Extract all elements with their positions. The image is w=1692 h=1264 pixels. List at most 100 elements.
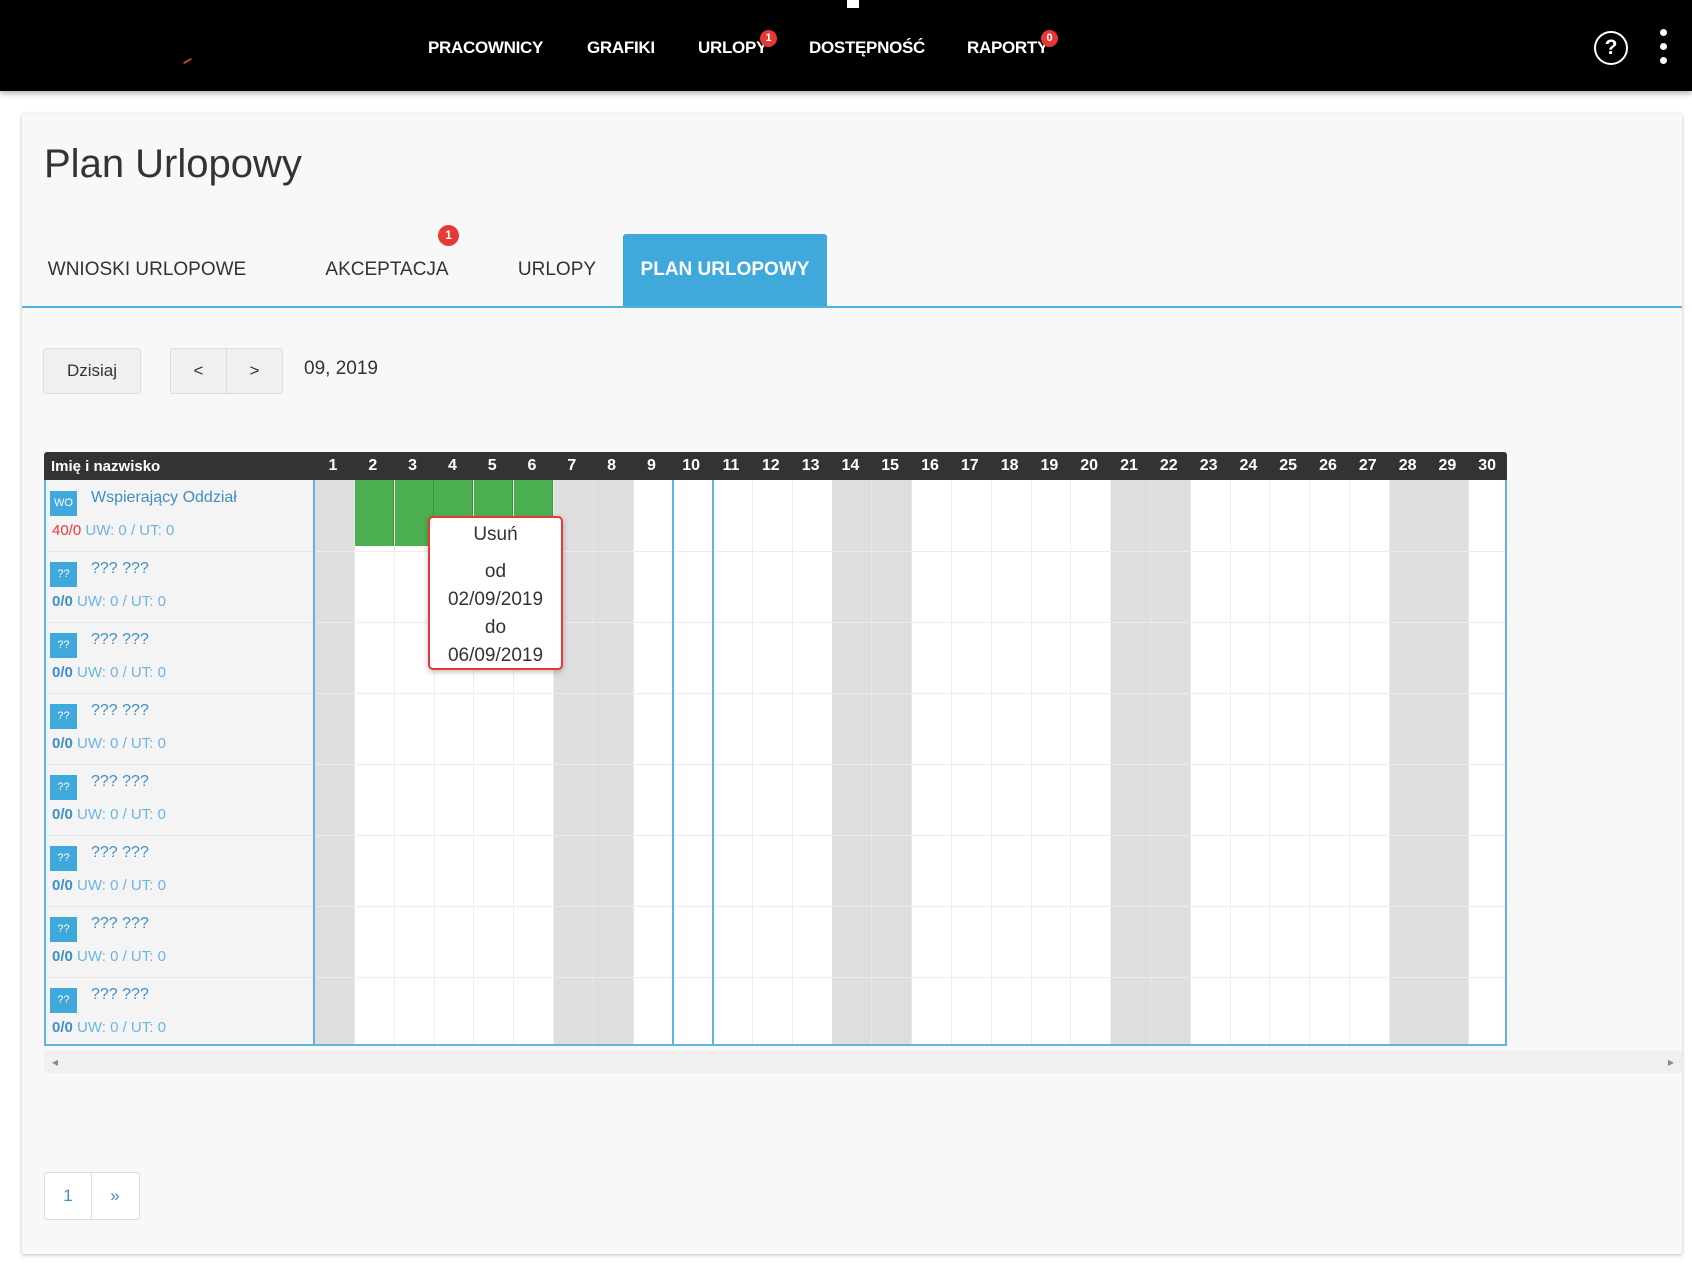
avatar: ??: [50, 704, 77, 729]
weekend-day-column[interactable]: [1389, 480, 1430, 1044]
employee-name[interactable]: ??? ???: [91, 560, 149, 578]
today-button[interactable]: Dzisiaj: [43, 348, 141, 394]
day-header: 27: [1358, 457, 1377, 474]
day-header: 3: [408, 457, 418, 474]
leave-usage: UW: 0 / UT: 0: [77, 877, 166, 894]
employee-row: ?? ??? ??? 0/0 UW: 0 / UT: 0: [46, 622, 313, 694]
day-column[interactable]: [713, 480, 753, 1044]
day-header: 1: [328, 457, 338, 474]
main-card: Plan Urlopowy WNIOSKI URLOPOWE AKCEPTACJ…: [22, 114, 1682, 1254]
page-1-link[interactable]: 1: [45, 1173, 92, 1219]
question-circle-icon[interactable]: ?: [1594, 31, 1628, 65]
today-marker: [672, 480, 675, 1044]
employee-row: WO Wspierający Oddział 40/0 UW: 0 / UT: 0: [46, 480, 313, 552]
weekend-day-column[interactable]: [1150, 480, 1191, 1044]
nav-urlopy[interactable]: URLOPY: [698, 37, 767, 59]
avatar: ??: [50, 917, 77, 942]
tab-urlopy[interactable]: URLOPY: [492, 234, 622, 306]
day-header: 23: [1199, 457, 1218, 474]
nav-raporty[interactable]: RAPORTY: [967, 37, 1048, 59]
day-column[interactable]: [952, 480, 992, 1044]
nav-grafiki[interactable]: GRAFIKI: [587, 37, 655, 59]
nav-pracownicy[interactable]: PRACOWNICY: [428, 37, 543, 59]
weekend-day-column[interactable]: [1429, 480, 1470, 1044]
leave-usage: UW: 0 / UT: 0: [85, 522, 175, 539]
employee-name[interactable]: ??? ???: [91, 915, 149, 933]
day-header: 30: [1478, 457, 1497, 474]
leave-balance: 0/0: [52, 948, 73, 965]
row-divider: [315, 835, 1505, 836]
day-header: 18: [1000, 457, 1019, 474]
row-divider: [315, 977, 1505, 978]
day-column[interactable]: [992, 480, 1032, 1044]
day-header: 6: [527, 457, 537, 474]
employee-name[interactable]: Wspierający Oddział: [91, 489, 237, 507]
leave-balance: 0/0: [52, 877, 73, 894]
tab-bar: WNIOSKI URLOPOWE AKCEPTACJA 1 URLOPY PLA…: [22, 225, 1682, 308]
day-column[interactable]: [1270, 480, 1311, 1044]
weekend-day-column[interactable]: [1111, 480, 1151, 1044]
day-header: 5: [487, 457, 497, 474]
tab-akceptacja[interactable]: AKCEPTACJA: [292, 234, 482, 306]
employee-stats: 0/0 UW: 0 / UT: 0: [52, 664, 166, 681]
leave-popup: Usuń od 02/09/2019 do 06/09/2019: [428, 516, 563, 670]
employee-stats: 0/0 UW: 0 / UT: 0: [52, 593, 166, 610]
scroll-right-icon[interactable]: ▸: [1668, 1055, 1674, 1069]
popup-from-label: od: [484, 561, 507, 582]
employee-stats: 0/0 UW: 0 / UT: 0: [52, 1019, 166, 1036]
day-column[interactable]: [793, 480, 833, 1044]
vacation-grid: WO Wspierający Oddział 40/0 UW: 0 / UT: 0?…: [44, 480, 1507, 1046]
weekend-day-column[interactable]: [872, 480, 913, 1044]
next-page-link[interactable]: »: [92, 1173, 138, 1219]
vertical-dots-icon[interactable]: [1658, 29, 1668, 65]
prev-month-button[interactable]: <: [170, 348, 227, 394]
day-column[interactable]: [1071, 480, 1112, 1044]
avatar: ??: [50, 846, 77, 871]
leave-usage: UW: 0 / UT: 0: [77, 948, 166, 965]
day-column[interactable]: [355, 480, 395, 1044]
employee-stats: 0/0 UW: 0 / UT: 0: [52, 948, 166, 965]
employee-stats: 40/0 UW: 0 / UT: 0: [52, 522, 174, 539]
weekend-day-column[interactable]: [315, 480, 355, 1044]
employee-row: ?? ??? ??? 0/0 UW: 0 / UT: 0: [46, 693, 313, 765]
day-header: 22: [1159, 457, 1178, 474]
day-header: 10: [682, 457, 701, 474]
avatar: ??: [50, 988, 77, 1013]
tab-wnioski-urlopowe[interactable]: WNIOSKI URLOPOWE: [22, 234, 272, 306]
day-column[interactable]: [1350, 480, 1390, 1044]
employee-name[interactable]: ??? ???: [91, 986, 149, 1004]
day-column[interactable]: [633, 480, 674, 1044]
row-divider: [315, 764, 1505, 765]
day-column[interactable]: [753, 480, 793, 1044]
day-header: 29: [1438, 457, 1457, 474]
day-header: 8: [607, 457, 617, 474]
day-column[interactable]: [1469, 480, 1505, 1044]
scroll-left-icon[interactable]: ◂: [52, 1055, 58, 1069]
day-column[interactable]: [1031, 480, 1072, 1044]
employee-name[interactable]: ??? ???: [91, 773, 149, 791]
today-marker: [712, 480, 714, 1044]
popup-to-label: do: [484, 617, 507, 638]
popup-from-date: 02/09/2019: [447, 589, 544, 610]
next-month-button[interactable]: >: [226, 348, 283, 394]
name-column-header: Imię i nazwisko: [51, 458, 161, 475]
leave-balance: 0/0: [52, 593, 73, 610]
day-column[interactable]: [1191, 480, 1231, 1044]
tab-plan-urlopowy[interactable]: PLAN URLOPOWY: [623, 234, 827, 306]
avatar: ??: [50, 562, 77, 587]
day-column[interactable]: [1230, 480, 1271, 1044]
delete-leave-button[interactable]: Usuń: [430, 524, 561, 546]
employee-name[interactable]: ??? ???: [91, 631, 149, 649]
grid-header: Imię i nazwisko 1 2 3 4 5 6 7 8 9 10 11 12 13 14 15 16 1…: [44, 452, 1507, 480]
day-column[interactable]: [673, 480, 714, 1044]
weekend-day-column[interactable]: [832, 480, 873, 1044]
day-column[interactable]: [912, 480, 952, 1044]
employee-name[interactable]: ??? ???: [91, 702, 149, 720]
weekend-day-column[interactable]: [593, 480, 634, 1044]
employee-name[interactable]: ??? ???: [91, 844, 149, 862]
pagination: 1 »: [44, 1172, 140, 1220]
day-column[interactable]: [1310, 480, 1350, 1044]
nav-dostepnosc[interactable]: DOSTĘPNOŚĆ: [809, 37, 925, 59]
leave-day-block[interactable]: [354, 480, 394, 546]
horizontal-scrollbar[interactable]: ◂ ▸: [44, 1051, 1682, 1073]
